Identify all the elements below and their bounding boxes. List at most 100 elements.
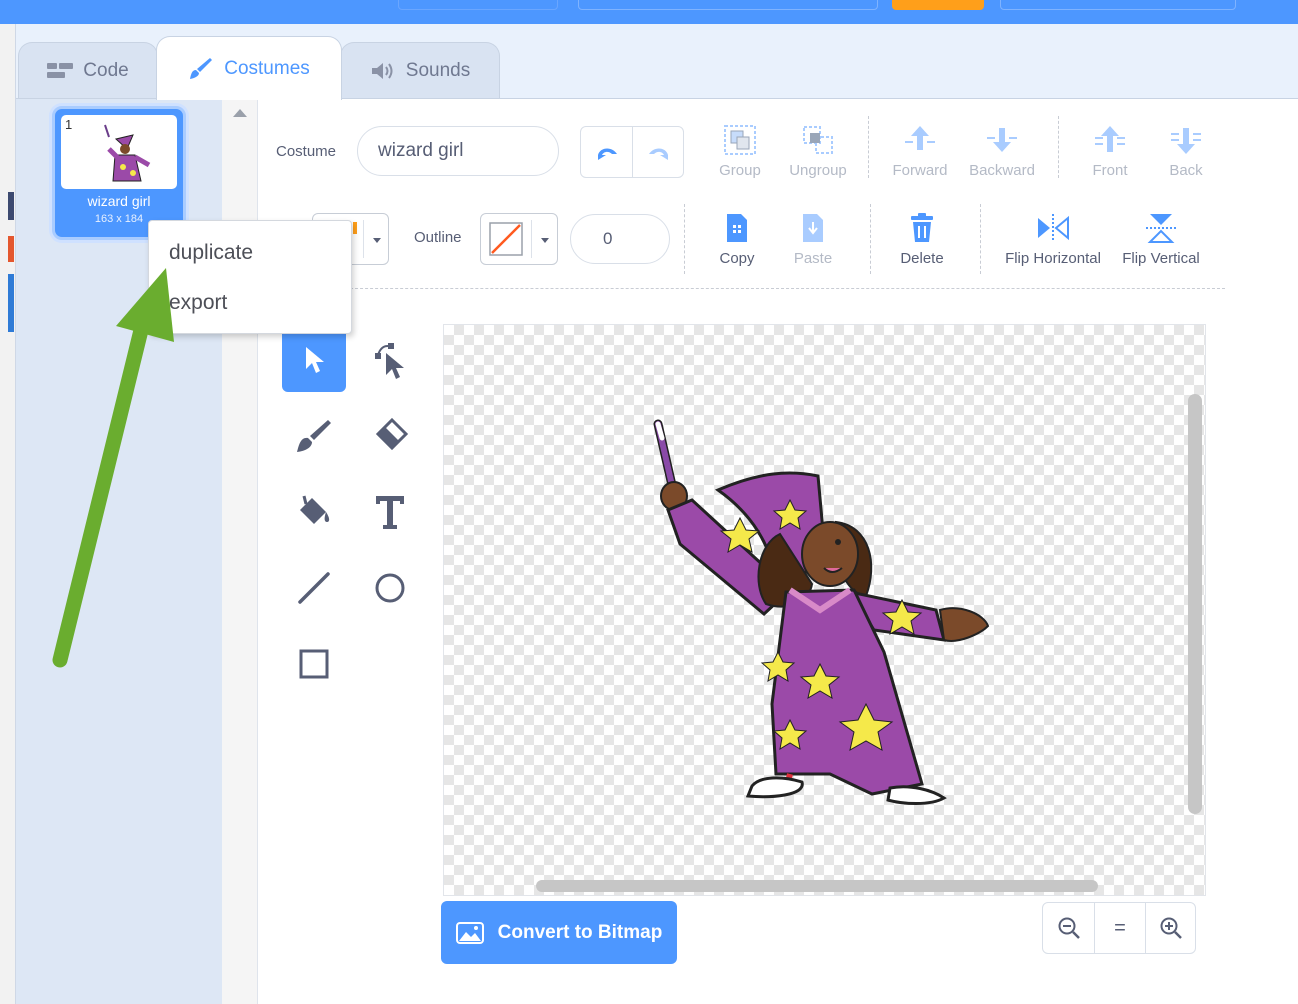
ungroup-button[interactable]: Ungroup bbox=[786, 124, 850, 179]
delete-button[interactable]: Delete bbox=[896, 212, 948, 267]
ungroup-label: Ungroup bbox=[789, 162, 847, 179]
tab-code[interactable]: Code bbox=[18, 42, 158, 98]
toolbar-divider bbox=[684, 204, 685, 274]
costume-name-value: wizard girl bbox=[378, 140, 464, 161]
fill-tool[interactable] bbox=[282, 480, 346, 544]
canvas-vertical-scrollbar[interactable] bbox=[1188, 394, 1202, 814]
annotation-arrow-icon bbox=[52, 268, 174, 668]
speaker-icon bbox=[371, 62, 393, 79]
paste-button[interactable]: Paste bbox=[788, 212, 838, 267]
outline-color-picker[interactable] bbox=[480, 213, 558, 265]
outline-label: Outline bbox=[414, 229, 462, 246]
flip-vertical-icon bbox=[1146, 214, 1176, 243]
line-tool[interactable] bbox=[282, 556, 346, 620]
line-icon bbox=[298, 572, 330, 604]
circle-tool[interactable] bbox=[358, 556, 422, 620]
backward-label: Backward bbox=[969, 162, 1035, 179]
zoom-out-button[interactable] bbox=[1043, 903, 1094, 953]
back-icon bbox=[1171, 128, 1201, 154]
reshape-icon bbox=[375, 343, 404, 379]
back-label: Back bbox=[1169, 162, 1203, 179]
tab-sounds-label: Sounds bbox=[405, 59, 471, 81]
group-label: Group bbox=[719, 162, 761, 179]
fill-color-swatch bbox=[353, 222, 357, 234]
group-button[interactable]: Group bbox=[712, 124, 768, 179]
flip-horizontal-button[interactable]: Flip Horizontal bbox=[1000, 212, 1106, 267]
costume-name: wizard girl bbox=[87, 193, 151, 209]
text-t-icon bbox=[376, 496, 404, 529]
tab-code-label: Code bbox=[83, 59, 129, 81]
rectangle-tool[interactable] bbox=[282, 632, 346, 696]
toolbar-divider bbox=[870, 204, 871, 274]
code-blocks-icon bbox=[47, 62, 74, 78]
trash-icon bbox=[911, 213, 933, 242]
group-icon bbox=[724, 125, 756, 155]
undo-button[interactable] bbox=[581, 127, 633, 177]
paste-icon bbox=[803, 214, 823, 242]
menu-ghost bbox=[578, 0, 878, 10]
front-button[interactable]: Front bbox=[1082, 124, 1138, 179]
undo-icon bbox=[597, 148, 617, 160]
toolbar-bottom-divider bbox=[330, 288, 1225, 289]
costume-thumbnail bbox=[61, 115, 177, 189]
paste-label: Paste bbox=[793, 250, 833, 267]
tab-sounds[interactable]: Sounds bbox=[340, 42, 500, 98]
toolbar-divider bbox=[868, 116, 869, 178]
forward-icon bbox=[905, 126, 935, 150]
fill-dropdown-caret-icon bbox=[373, 238, 381, 243]
toolbar-divider bbox=[980, 204, 981, 274]
tab-costumes-label: Costumes bbox=[224, 57, 310, 79]
text-tool[interactable] bbox=[358, 480, 422, 544]
menu-ghost-orange bbox=[892, 0, 984, 10]
flip-vertical-label: Flip Vertical bbox=[1122, 250, 1200, 267]
zoom-reset-label: = bbox=[1114, 916, 1126, 939]
outline-width-value: 0 bbox=[603, 229, 613, 248]
zoom-reset-button[interactable]: = bbox=[1094, 903, 1145, 953]
delete-label: Delete bbox=[900, 250, 944, 267]
image-icon bbox=[455, 921, 484, 944]
ungroup-icon bbox=[803, 126, 833, 154]
menu-ghost bbox=[1000, 0, 1236, 10]
outline-width-input[interactable]: 0 bbox=[570, 214, 670, 264]
outline-dropdown-caret-icon bbox=[541, 238, 549, 243]
costume-name-input[interactable]: wizard girl bbox=[357, 126, 559, 176]
forward-button[interactable]: Forward bbox=[888, 124, 952, 179]
zoom-out-icon bbox=[1058, 917, 1080, 939]
paint-bucket-icon bbox=[300, 495, 330, 524]
reshape-tool[interactable] bbox=[358, 328, 422, 392]
wizard-thumbnail-icon bbox=[104, 124, 151, 182]
copy-button[interactable]: Copy bbox=[712, 212, 762, 267]
eraser-icon bbox=[375, 417, 409, 451]
front-label: Front bbox=[1092, 162, 1128, 179]
costume-label: Costume bbox=[276, 143, 337, 160]
brush-icon bbox=[297, 420, 331, 452]
wizard-girl-sprite[interactable] bbox=[640, 414, 1000, 808]
menu-ghost bbox=[398, 0, 558, 10]
copy-icon bbox=[727, 214, 747, 242]
costume-number: 1 bbox=[65, 117, 73, 132]
backward-button[interactable]: Backward bbox=[966, 124, 1038, 179]
circle-icon bbox=[375, 573, 405, 603]
window-left-edge bbox=[0, 24, 16, 1004]
redo-button[interactable] bbox=[633, 127, 683, 177]
forward-label: Forward bbox=[892, 162, 948, 179]
convert-to-bitmap-button[interactable]: Convert to Bitmap bbox=[441, 901, 677, 964]
toolbar-divider bbox=[1058, 116, 1059, 178]
menu-bar bbox=[0, 0, 1298, 24]
eraser-tool[interactable] bbox=[358, 404, 422, 468]
convert-to-bitmap-label: Convert to Bitmap bbox=[497, 921, 663, 943]
flip-horizontal-icon bbox=[1038, 214, 1069, 242]
zoom-in-button[interactable] bbox=[1145, 903, 1196, 953]
scroll-up-arrow-icon[interactable] bbox=[233, 109, 247, 117]
backward-icon bbox=[987, 128, 1017, 152]
flip-horizontal-label: Flip Horizontal bbox=[1005, 250, 1101, 267]
select-tool[interactable] bbox=[282, 328, 346, 392]
flip-vertical-button[interactable]: Flip Vertical bbox=[1118, 212, 1204, 267]
canvas-horizontal-scrollbar[interactable] bbox=[536, 880, 1098, 892]
select-arrow-icon bbox=[306, 347, 324, 373]
zoom-in-icon bbox=[1160, 917, 1182, 939]
tab-costumes[interactable]: Costumes bbox=[156, 36, 342, 100]
brush-tool[interactable] bbox=[282, 404, 346, 468]
back-button[interactable]: Back bbox=[1160, 124, 1212, 179]
paintbrush-icon bbox=[190, 57, 213, 79]
